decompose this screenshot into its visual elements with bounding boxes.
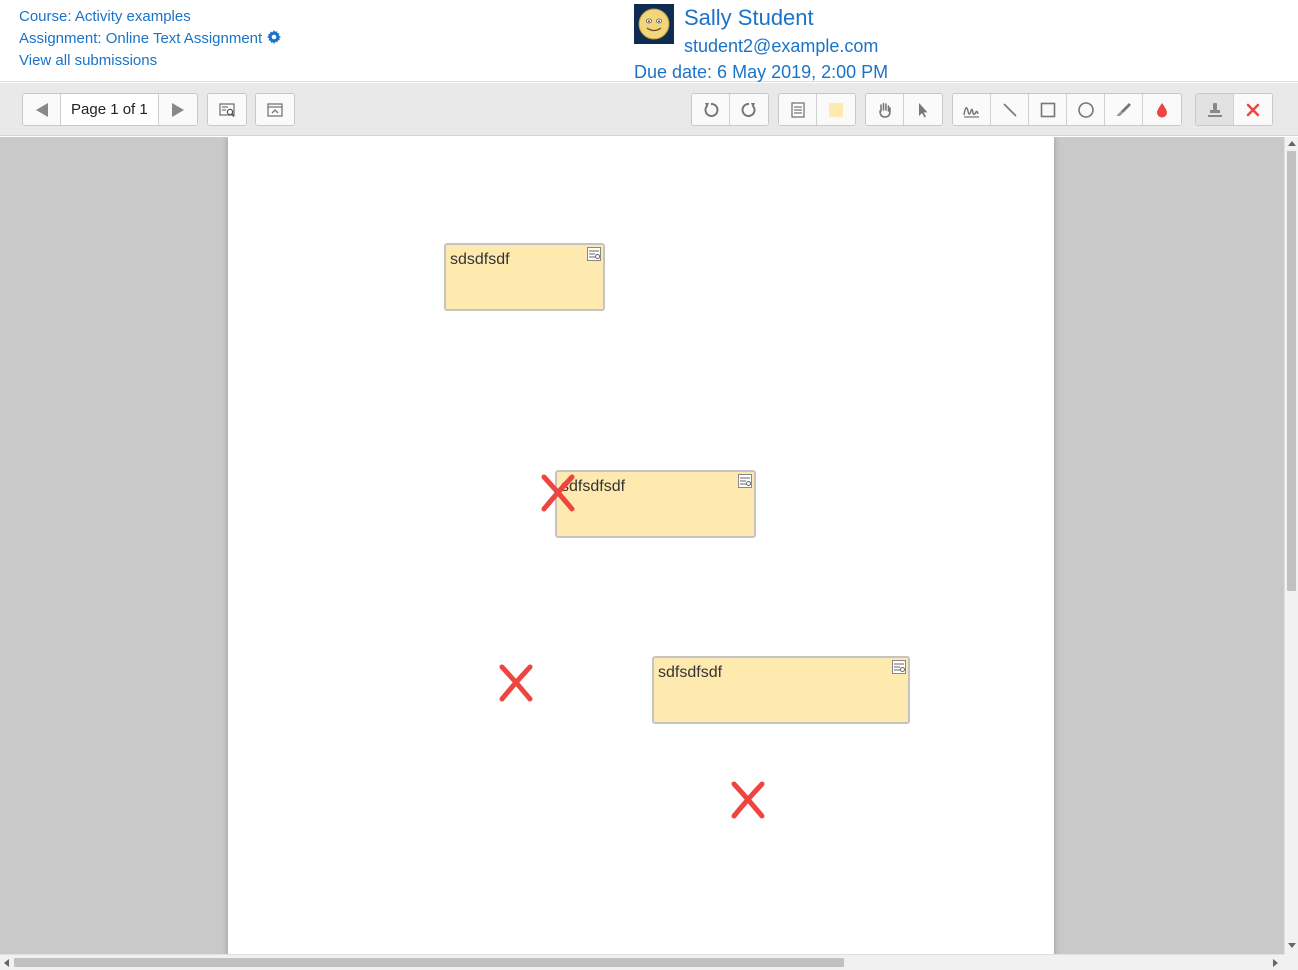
vertical-scroll-thumb[interactable]	[1287, 151, 1296, 591]
document-viewer[interactable]: sdsdfsdf sdfsdfsdf sdfsdfsdf	[0, 137, 1284, 954]
stamp-icon	[1207, 102, 1222, 117]
navigation-links: Course: Activity examples Assignment: On…	[19, 6, 282, 72]
comment-button[interactable]	[779, 94, 817, 125]
rotate-right-button[interactable]	[730, 94, 768, 125]
rotate-right-icon	[741, 102, 756, 117]
scroll-up-arrow-icon[interactable]	[1288, 141, 1296, 146]
color-swatch-icon	[829, 102, 843, 117]
comment-box[interactable]: sdfsdfsdf	[652, 656, 910, 724]
comment-box[interactable]: sdsdfsdf	[444, 243, 605, 311]
pan-select-group	[865, 93, 943, 126]
avatar	[634, 4, 674, 44]
assignment-link-label: Assignment: Online Text Assignment	[19, 30, 263, 47]
drop-icon	[1157, 102, 1167, 117]
oval-tool-button[interactable]	[1067, 94, 1105, 125]
rotate-group	[691, 93, 769, 126]
cross-stamp-icon[interactable]	[541, 474, 575, 512]
annotation-toolbar: Page 1 of 1	[0, 83, 1298, 136]
view-all-submissions-link[interactable]: View all submissions	[19, 50, 281, 72]
comment-menu-icon[interactable]	[738, 474, 752, 488]
scroll-right-arrow-icon[interactable]	[1273, 959, 1278, 967]
comment-box[interactable]: sdfsdfsdf	[555, 470, 756, 538]
scroll-down-arrow-icon[interactable]	[1288, 943, 1296, 948]
grader-header: Course: Activity examples Assignment: On…	[0, 0, 1298, 82]
document-page[interactable]: sdsdfsdf sdfsdfsdf sdfsdfsdf	[228, 137, 1054, 954]
rotate-left-button[interactable]	[692, 94, 730, 125]
pen-icon	[962, 106, 979, 118]
page-select[interactable]: Page 1 of 1	[61, 94, 159, 125]
vertical-scrollbar[interactable]	[1284, 137, 1298, 954]
pen-tool-button[interactable]	[953, 94, 991, 125]
expand-button[interactable]	[256, 94, 294, 125]
comment-color-button[interactable]	[817, 94, 855, 125]
gear-icon[interactable]	[267, 30, 282, 44]
previous-page-button[interactable]	[23, 94, 61, 125]
rectangle-tool-button[interactable]	[1029, 94, 1067, 125]
stamp-tool-button[interactable]	[1196, 94, 1234, 125]
comment-menu-icon[interactable]	[892, 660, 906, 674]
line-icon	[1002, 102, 1017, 117]
user-email: student2@example.com	[684, 36, 879, 56]
annotation-color-button[interactable]	[1143, 94, 1181, 125]
cross-stamp-icon[interactable]	[499, 664, 533, 702]
pan-tool-button[interactable]	[866, 94, 904, 125]
expand-group	[255, 93, 295, 126]
page-navigation: Page 1 of 1	[22, 93, 198, 126]
comment-text[interactable]: sdfsdfsdf	[658, 664, 722, 681]
rectangle-icon	[1040, 102, 1055, 117]
comment-group	[778, 93, 856, 126]
stamp-group	[1195, 93, 1273, 126]
cross-stamp-icon[interactable]	[731, 781, 765, 819]
line-tool-button[interactable]	[991, 94, 1029, 125]
pointer-icon	[919, 102, 928, 117]
drawing-tools-group	[952, 93, 1182, 126]
horizontal-scroll-thumb[interactable]	[14, 958, 844, 967]
hand-icon	[878, 102, 891, 118]
course-link[interactable]: Course: Activity examples	[19, 6, 281, 28]
cross-icon	[1246, 103, 1260, 116]
search-comments-button[interactable]	[208, 94, 246, 125]
chevron-right-icon	[171, 102, 184, 117]
scroll-left-arrow-icon[interactable]	[4, 959, 9, 967]
rotate-left-icon	[704, 102, 718, 117]
search-comments-group	[207, 93, 247, 126]
user-name: Sally Student	[684, 5, 814, 30]
comment-text[interactable]: sdsdfsdf	[450, 251, 510, 268]
comment-icon	[790, 101, 805, 118]
oval-icon	[1077, 101, 1094, 118]
scrollbar-corner	[1284, 954, 1298, 970]
next-page-button[interactable]	[158, 94, 197, 125]
search-comments-icon	[219, 102, 235, 117]
smiley-avatar-icon	[638, 8, 670, 40]
assignment-link[interactable]: Assignment: Online Text Assignment	[19, 28, 282, 50]
horizontal-scrollbar[interactable]	[0, 954, 1284, 970]
due-date: Due date: 6 May 2019, 2:00 PM	[634, 62, 889, 82]
highlight-tool-button[interactable]	[1105, 94, 1143, 125]
highlighter-icon	[1116, 102, 1131, 116]
comment-menu-icon[interactable]	[587, 247, 601, 261]
chevron-left-icon	[35, 102, 48, 117]
select-tool-button[interactable]	[904, 94, 942, 125]
expand-icon	[267, 102, 283, 117]
stamp-cross-button[interactable]	[1234, 94, 1272, 125]
